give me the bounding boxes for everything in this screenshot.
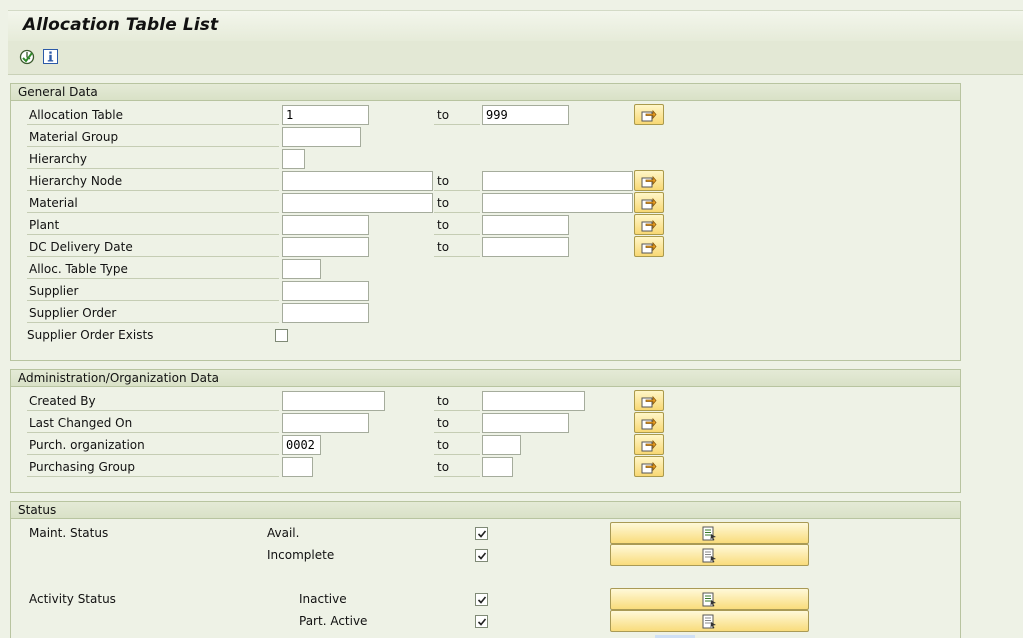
to-label: to xyxy=(434,193,480,213)
multiple-selection-button[interactable] xyxy=(634,214,664,235)
list-detail-icon xyxy=(702,614,716,628)
checkmark-icon xyxy=(477,551,486,560)
dc-delivery-date-label: DC Delivery Date xyxy=(27,237,279,257)
multiple-selection-button[interactable] xyxy=(634,434,664,455)
hierarchy-input[interactable] xyxy=(282,149,305,169)
multiple-selection-button[interactable] xyxy=(634,104,664,125)
page-title: Allocation Table List xyxy=(23,15,219,35)
avail-checkbox[interactable] xyxy=(475,527,488,540)
created-by-from-input[interactable] xyxy=(282,391,385,411)
supplier-label: Supplier xyxy=(27,281,279,301)
supplier-input[interactable] xyxy=(282,281,369,301)
plant-label: Plant xyxy=(27,215,279,235)
purch-organization-to-input[interactable] xyxy=(482,435,521,455)
execute-icon[interactable] xyxy=(18,48,35,65)
purch-organization-label: Purch. organization xyxy=(27,435,279,455)
inactive-label: Inactive xyxy=(299,592,347,606)
to-label: to xyxy=(434,105,480,125)
material-from-input[interactable] xyxy=(282,193,433,213)
material-group-input[interactable] xyxy=(282,127,361,147)
multiple-selection-button[interactable] xyxy=(634,412,664,433)
last-changed-on-label: Last Changed On xyxy=(27,413,279,433)
material-to-input[interactable] xyxy=(482,193,633,213)
created-by-label: Created By xyxy=(27,391,279,411)
to-label: to xyxy=(434,215,480,235)
inactive-list-button[interactable] xyxy=(610,588,809,610)
activity-status-label: Activity Status xyxy=(29,592,116,606)
info-icon[interactable] xyxy=(42,48,59,65)
multiple-selection-button[interactable] xyxy=(634,236,664,257)
supplier-order-exists-label: Supplier Order Exists xyxy=(27,328,154,342)
hierarchy-node-from-input[interactable] xyxy=(282,171,433,191)
part-active-label: Part. Active xyxy=(299,614,368,628)
alloc-table-type-label: Alloc. Table Type xyxy=(27,259,279,279)
supplier-order-input[interactable] xyxy=(282,303,369,323)
hierarchy-label: Hierarchy xyxy=(27,149,279,169)
allocation-table-to-input[interactable]: 999 xyxy=(482,105,569,125)
general-data-header: General Data xyxy=(11,84,960,101)
material-group-label: Material Group xyxy=(27,127,279,147)
multiple-selection-button[interactable] xyxy=(634,192,664,213)
maint-status-label: Maint. Status xyxy=(29,526,109,540)
purch-organization-from-input[interactable]: 0002 xyxy=(282,435,321,455)
list-detail-icon xyxy=(702,592,716,606)
checkmark-icon xyxy=(477,529,486,538)
application-toolbar xyxy=(8,41,1023,75)
multiple-selection-icon xyxy=(641,417,657,429)
incomplete-list-button[interactable] xyxy=(610,544,809,566)
to-label: to xyxy=(434,237,480,257)
multiple-selection-button[interactable] xyxy=(634,456,664,477)
to-label: to xyxy=(434,413,480,433)
material-label: Material xyxy=(27,193,279,213)
plant-from-input[interactable] xyxy=(282,215,369,235)
part-active-checkbox[interactable] xyxy=(475,615,488,628)
multiple-selection-icon xyxy=(641,197,657,209)
to-label: to xyxy=(434,457,480,477)
avail-label: Avail. xyxy=(267,526,300,540)
checkmark-icon xyxy=(477,617,486,626)
hierarchy-node-to-input[interactable] xyxy=(482,171,633,191)
multiple-selection-icon xyxy=(641,219,657,231)
inactive-checkbox[interactable] xyxy=(475,593,488,606)
incomplete-label: Incomplete xyxy=(267,548,335,562)
multiple-selection-button[interactable] xyxy=(634,390,664,411)
purchasing-group-from-input[interactable] xyxy=(282,457,313,477)
title-bar: Allocation Table List xyxy=(8,10,1023,41)
last-changed-on-from-input[interactable] xyxy=(282,413,369,433)
allocation-table-from-input[interactable]: 1 xyxy=(282,105,369,125)
multiple-selection-icon xyxy=(641,395,657,407)
to-label: to xyxy=(434,391,480,411)
part-active-list-button[interactable] xyxy=(610,610,809,632)
multiple-selection-icon xyxy=(641,109,657,121)
list-detail-icon xyxy=(702,526,716,540)
checkmark-icon xyxy=(477,595,486,604)
multiple-selection-icon xyxy=(641,175,657,187)
to-label: to xyxy=(434,435,480,455)
hierarchy-node-label: Hierarchy Node xyxy=(27,171,279,191)
administration-header: Administration/Organization Data xyxy=(11,370,960,387)
dc-delivery-date-from-input[interactable] xyxy=(282,237,369,257)
supplier-order-exists-checkbox[interactable] xyxy=(275,329,288,342)
multiple-selection-icon xyxy=(641,241,657,253)
purchasing-group-label: Purchasing Group xyxy=(27,457,279,477)
status-header: Status xyxy=(11,502,960,519)
plant-to-input[interactable] xyxy=(482,215,569,235)
supplier-order-label: Supplier Order xyxy=(27,303,279,323)
created-by-to-input[interactable] xyxy=(482,391,585,411)
allocation-table-label: Allocation Table xyxy=(27,105,279,125)
to-label: to xyxy=(434,171,480,191)
multiple-selection-icon xyxy=(641,439,657,451)
dc-delivery-date-to-input[interactable] xyxy=(482,237,569,257)
multiple-selection-button[interactable] xyxy=(634,170,664,191)
multiple-selection-icon xyxy=(641,461,657,473)
incomplete-checkbox[interactable] xyxy=(475,549,488,562)
last-changed-on-to-input[interactable] xyxy=(482,413,569,433)
avail-list-button[interactable] xyxy=(610,522,809,544)
list-detail-icon xyxy=(702,548,716,562)
purchasing-group-to-input[interactable] xyxy=(482,457,513,477)
alloc-table-type-input[interactable] xyxy=(282,259,321,279)
